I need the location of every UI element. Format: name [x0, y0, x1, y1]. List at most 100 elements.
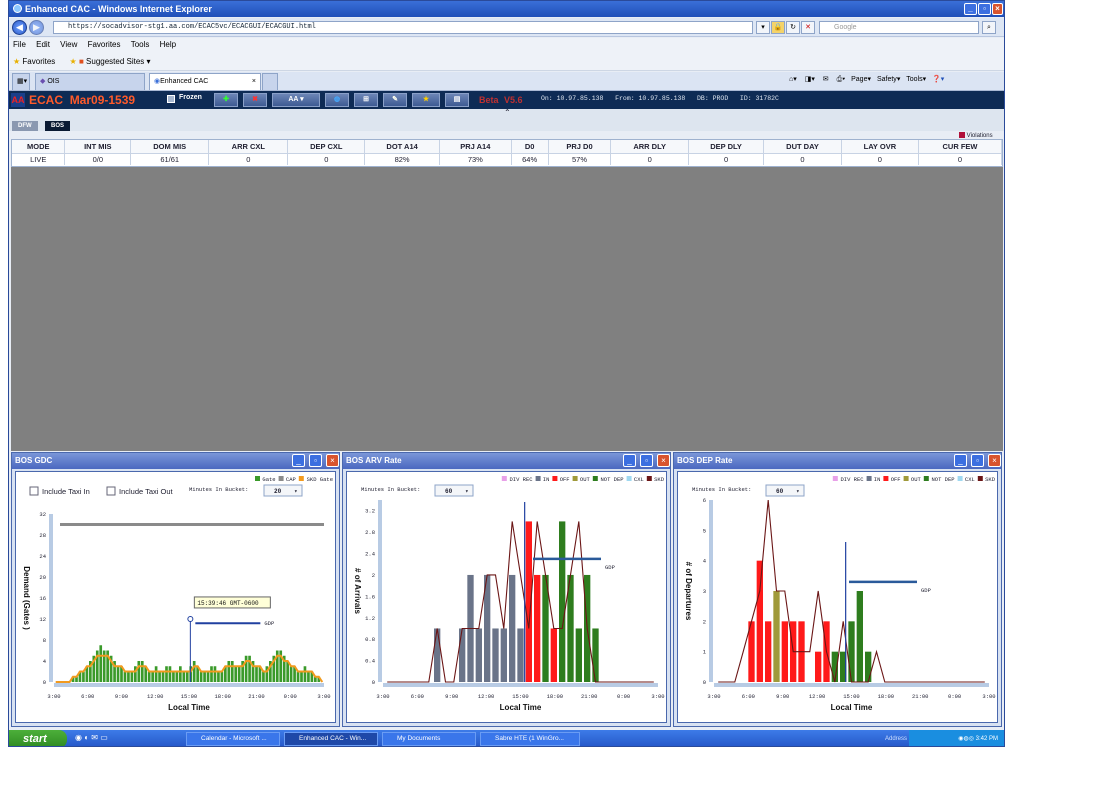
page-menu[interactable]: Page [851, 76, 867, 83]
print-icon[interactable]: ⎙▾ [837, 76, 846, 83]
feeds-icon[interactable]: ◨▾ [805, 76, 815, 83]
airline-select[interactable]: AA ▾ [272, 93, 320, 107]
tools-menu[interactable]: Tools [906, 76, 922, 83]
legend-swatch [923, 476, 929, 481]
tab-bar: ▦▾ ◆ OIS ◉Enhanced CAC × ⌂▾ ◨▾ ✉ ⎙▾ Page▾… [9, 72, 1004, 91]
dropdown-icon[interactable]: ▾ [756, 21, 770, 34]
grid-header[interactable]: PRJ A14 [439, 140, 512, 154]
grid-header[interactable]: D0 [511, 140, 549, 154]
tab-enhanced-cac[interactable]: ◉Enhanced CAC × [149, 73, 261, 90]
maximize-panel-button[interactable]: ▫ [971, 454, 984, 467]
url-field[interactable]: https://socadvisor-stg1.aa.com/ECAC5vc/E… [53, 21, 753, 34]
grid-header[interactable]: DOM MIS [130, 140, 210, 154]
grid-header[interactable]: DOT A14 [364, 140, 440, 154]
x-axis-label: Local Time [168, 703, 210, 712]
gate-bar [255, 666, 258, 682]
maximize-button[interactable]: ▫ [978, 3, 991, 15]
close-panel-button[interactable]: × [988, 454, 1001, 467]
violations-swatch [959, 132, 965, 138]
firefox-launch-icon[interactable]: ◐ [84, 733, 89, 742]
grid-header[interactable]: DEP DLY [688, 140, 765, 154]
close-panel-button[interactable]: × [657, 454, 670, 467]
menu-edit[interactable]: Edit [36, 40, 50, 49]
suggested-sites-icon: ■ [78, 57, 84, 66]
back-icon[interactable]: ◀ [12, 20, 27, 35]
taskbar-item-my-documents[interactable]: My Documents [382, 732, 476, 746]
minimize-button[interactable]: _ [964, 3, 977, 15]
menu-view[interactable]: View [60, 40, 77, 49]
grid-header[interactable]: ARR DLY [610, 140, 689, 154]
grid-icon[interactable]: ⊞ [354, 93, 378, 107]
legend-label: CAP [286, 476, 296, 483]
grid-header[interactable]: INT MIS [64, 140, 132, 154]
grid-header[interactable]: LAY OVR [841, 140, 919, 154]
include-taxi-in-checkbox[interactable] [29, 486, 39, 496]
y-tick-label: 12 [39, 616, 46, 623]
dep-chart-area: SKD CXL NOT DEP OUT OFF IN DIV REC Minutes In B… [677, 471, 998, 723]
menu-bar: File Edit View Favorites Tools Help [9, 38, 1004, 52]
favorites-button[interactable]: Favorites [22, 57, 55, 66]
refresh-icon[interactable]: ↻ [786, 21, 800, 34]
tab-ois[interactable]: ◆ OIS [35, 73, 145, 90]
minimize-panel-button[interactable]: _ [623, 454, 636, 467]
site-tab-bos[interactable]: BOS [45, 121, 71, 131]
stop-icon[interactable]: ✕ [801, 21, 815, 34]
close-tab-icon[interactable]: × [252, 74, 256, 90]
include-taxi-out-checkbox[interactable] [106, 486, 116, 496]
new-tab-button[interactable] [262, 73, 278, 90]
close-panel-button[interactable]: × [326, 454, 339, 467]
connection-status: On: 10.97.85.138 From: 10.97.85.138 DB: … [541, 95, 779, 102]
x-tick-label: 21:00 [912, 693, 929, 700]
grid-header[interactable]: CUR FEW [918, 140, 1003, 154]
menu-favorites[interactable]: Favorites [88, 40, 121, 49]
menu-help[interactable]: Help [160, 40, 176, 49]
maximize-panel-button[interactable]: ▫ [640, 454, 653, 467]
globe-icon[interactable]: ◍ [325, 93, 349, 107]
home-icon[interactable]: ⌂▾ [789, 76, 797, 83]
add-favorite-icon[interactable]: ★ [70, 57, 77, 66]
taskbar-item-enhanced-cac[interactable]: Enhanced CAC - Win... [284, 732, 378, 746]
legend-swatch [626, 476, 632, 481]
quick-tabs-icon[interactable]: ▦▾ [12, 73, 30, 90]
clock: 3:42 PM [975, 736, 998, 742]
minimize-panel-button[interactable]: _ [954, 454, 967, 467]
menu-file[interactable]: File [13, 40, 26, 49]
help-icon[interactable]: ❓▾ [932, 76, 944, 83]
chevron-down-icon: ▾ [796, 488, 800, 495]
start-button[interactable]: start [9, 730, 67, 746]
maximize-panel-button[interactable]: ▫ [309, 454, 322, 467]
taskbar-item-calendar[interactable]: Calendar - Microsoft ... [186, 732, 280, 746]
grid-header[interactable]: MODE [12, 140, 66, 154]
minimize-panel-button[interactable]: _ [292, 454, 305, 467]
legend-label: DIV REC [840, 476, 864, 483]
x-tick-label: 12:00 [809, 693, 826, 700]
note-icon[interactable]: ✎ [383, 93, 407, 107]
minutes-select-value: 60 [445, 488, 453, 495]
taskbar-item-sabre[interactable]: Sabre HTE (1 WinGro... [480, 732, 580, 746]
safety-menu[interactable]: Safety [877, 76, 897, 83]
collapse-chevron-icon[interactable]: ⌃ [504, 108, 511, 117]
site-tab-dfw[interactable]: DFW [12, 121, 38, 131]
ie-launch-icon[interactable]: ◉ [75, 733, 82, 742]
grid-header[interactable]: DEP CXL [287, 140, 366, 154]
favorites-icon[interactable]: ★ [412, 93, 440, 107]
grid-cell: 64% [511, 153, 549, 165]
menu-tools[interactable]: Tools [131, 40, 150, 49]
search-icon[interactable]: ⌕ [982, 21, 996, 34]
lock-icon[interactable]: 🔒 [771, 21, 785, 34]
delete-icon[interactable]: ✖ [243, 93, 267, 107]
forward-icon[interactable]: ▶ [29, 20, 44, 35]
outlook-launch-icon[interactable]: ✉ [91, 733, 98, 742]
print-report-icon[interactable]: ▤ [445, 93, 469, 107]
frozen-checkbox[interactable] [167, 95, 175, 103]
gate-bar [154, 666, 158, 682]
grid-header[interactable]: DUT DAY [763, 140, 842, 154]
search-input[interactable]: Google [819, 21, 979, 34]
grid-header[interactable]: ARR CXL [208, 140, 289, 154]
desktop-launch-icon[interactable]: ▭ [100, 733, 108, 742]
suggested-sites-button[interactable]: Suggested Sites [86, 57, 144, 66]
grid-header[interactable]: PRJ D0 [548, 140, 612, 154]
close-window-button[interactable]: × [992, 3, 1003, 15]
add-icon[interactable]: ✚ [214, 93, 238, 107]
mail-icon[interactable]: ✉ [823, 76, 829, 83]
